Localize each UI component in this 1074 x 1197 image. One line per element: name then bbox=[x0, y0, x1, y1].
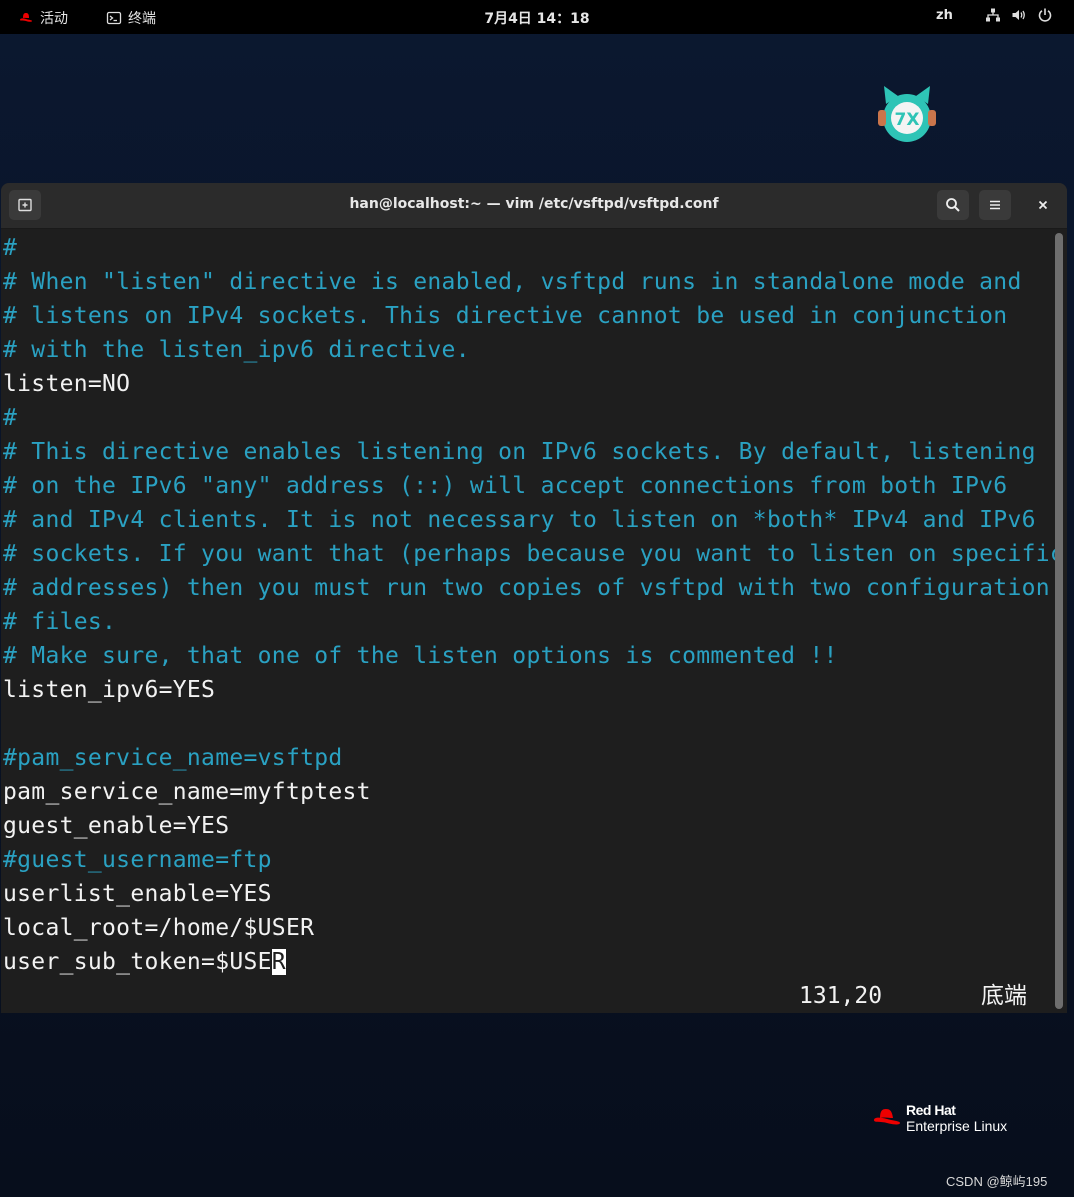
redhat-hat-icon bbox=[874, 1109, 900, 1125]
volume-icon bbox=[1012, 10, 1025, 20]
window-title: han@localhost:~ — vim /etc/vsftpd/vsftpd… bbox=[349, 196, 719, 212]
scroll-indicator: 底端 bbox=[981, 983, 1027, 1009]
comment-line: # and IPv4 clients. It is not necessary … bbox=[3, 503, 1036, 537]
config-line: userlist_enable=YES bbox=[3, 877, 272, 911]
scrollbar[interactable] bbox=[1055, 233, 1063, 1009]
menu-button[interactable] bbox=[979, 190, 1011, 220]
line-text: # bbox=[3, 405, 18, 431]
config-line: listen=NO bbox=[3, 367, 130, 401]
config-line: local_root=/home/$USER bbox=[3, 911, 314, 945]
line-text: # on the IPv6 "any" address (::) will ac… bbox=[3, 473, 1008, 499]
svg-text:7X: 7X bbox=[895, 110, 920, 130]
search-icon bbox=[946, 198, 960, 212]
line-text: # files. bbox=[3, 609, 117, 635]
line-text: # sockets. If you want that (perhaps bec… bbox=[3, 541, 1065, 567]
comment-line: #pam_service_name=vsftpd bbox=[3, 741, 343, 775]
line-text: # with the listen_ipv6 directive. bbox=[3, 337, 470, 363]
cursor-position: 131,20 bbox=[799, 983, 883, 1009]
line-text: pam_service_name=myftptest bbox=[3, 779, 371, 805]
clock[interactable]: 7月4日 14：18 bbox=[0, 8, 1074, 28]
line-text: user_sub_token=$USE bbox=[3, 949, 272, 975]
line-text: listen_ipv6=YES bbox=[3, 677, 216, 703]
line-text: # addresses) then you must run two copie… bbox=[3, 575, 1050, 601]
comment-line: # Make sure, that one of the listen opti… bbox=[3, 639, 838, 673]
network-icon bbox=[986, 8, 1000, 22]
line-text: #pam_service_name=vsftpd bbox=[3, 745, 343, 771]
search-button[interactable] bbox=[937, 190, 969, 220]
top-bar: 活动 终端 7月4日 14：18 zh bbox=[0, 0, 1074, 34]
vim-editor[interactable]: 131,20 底端 # # When "listen" directive is … bbox=[1, 229, 1064, 1013]
comment-line: # bbox=[3, 231, 17, 265]
close-button[interactable] bbox=[1029, 191, 1057, 219]
comment-line: # sockets. If you want that (perhaps bec… bbox=[3, 537, 1064, 571]
config-line: pam_service_name=myftptest bbox=[3, 775, 371, 809]
terminal-window[interactable]: han@localhost:~ — vim /etc/vsftpd/vsftpd… bbox=[1, 183, 1067, 1013]
line-text: # When "listen" directive is enabled, vs… bbox=[3, 269, 1022, 295]
redhat-logo: Red Hat Enterprise Linux bbox=[872, 1102, 1007, 1134]
comment-line: # with the listen_ipv6 directive. bbox=[3, 333, 470, 367]
comment-line: # on the IPv6 "any" address (::) will ac… bbox=[3, 469, 1007, 503]
config-line: user_sub_token=$USER bbox=[3, 945, 286, 979]
redhat-line2: Enterprise Linux bbox=[906, 1118, 1008, 1134]
comment-line: # listens on IPv4 sockets. This directiv… bbox=[3, 299, 1007, 333]
text-cursor: R bbox=[271, 949, 286, 975]
line-text: # This directive enables listening on IP… bbox=[3, 439, 1036, 465]
line-text: local_root=/home/$USER bbox=[3, 915, 315, 941]
line-text: # bbox=[3, 235, 18, 261]
terminal-headerbar: han@localhost:~ — vim /etc/vsftpd/vsftpd… bbox=[1, 183, 1067, 229]
comment-line: # files. bbox=[3, 605, 116, 639]
config-line: guest_enable=YES bbox=[3, 809, 229, 843]
input-language-indicator[interactable]: zh bbox=[936, 8, 953, 23]
hamburger-menu-icon bbox=[990, 200, 1000, 210]
close-icon bbox=[1038, 200, 1048, 210]
line-text: #guest_username=ftp bbox=[3, 847, 272, 873]
line-text: guest_enable=YES bbox=[3, 813, 230, 839]
comment-line: # bbox=[3, 401, 17, 435]
line-text: # Make sure, that one of the listen opti… bbox=[3, 643, 838, 669]
line-text: # listens on IPv4 sockets. This directiv… bbox=[3, 303, 1008, 329]
system-menu[interactable] bbox=[985, 7, 1053, 23]
line-text: # and IPv4 clients. It is not necessary … bbox=[3, 507, 1036, 533]
config-line: listen_ipv6=YES bbox=[3, 673, 215, 707]
line-text: userlist_enable=YES bbox=[3, 881, 272, 907]
comment-line: # addresses) then you must run two copie… bbox=[3, 571, 1050, 605]
watermark: CSDN @鲸屿195 bbox=[946, 1174, 1048, 1189]
mascot-cat-icon: 7X bbox=[878, 86, 936, 142]
redhat-line1: Red Hat bbox=[906, 1102, 956, 1118]
comment-line: # When "listen" directive is enabled, vs… bbox=[3, 265, 1022, 299]
comment-line: # This directive enables listening on IP… bbox=[3, 435, 1036, 469]
power-icon bbox=[1038, 8, 1052, 22]
comment-line: #guest_username=ftp bbox=[3, 843, 272, 877]
line-text: listen=NO bbox=[3, 371, 131, 397]
